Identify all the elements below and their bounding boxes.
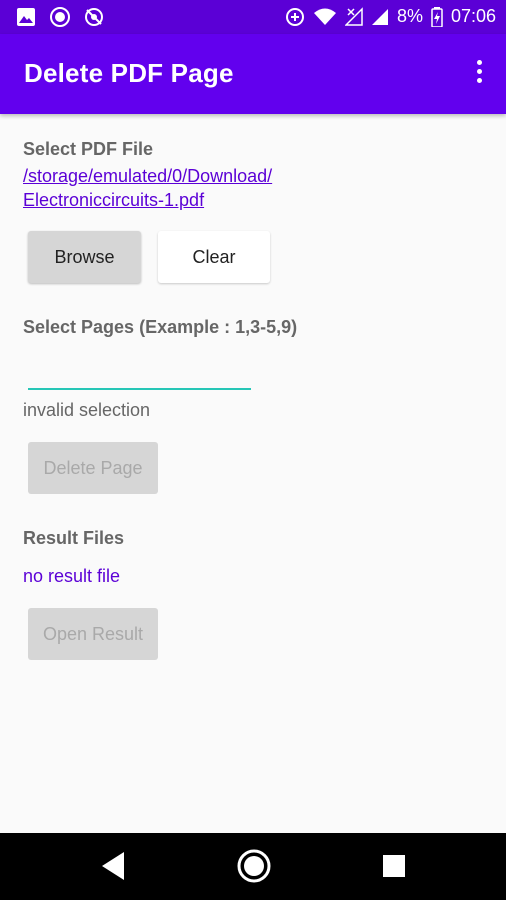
no-signal-icon (344, 6, 363, 27)
data-saver-icon (285, 7, 305, 27)
open-result-button[interactable]: Open Result (28, 608, 158, 660)
battery-percent: 8% (396, 6, 423, 26)
app-bar: Delete PDF Page (0, 34, 506, 114)
clock: 07:06 (450, 6, 496, 26)
validation-message: invalid selection (23, 400, 151, 420)
home-icon[interactable] (236, 848, 272, 889)
no-sync-notification-icon (84, 7, 104, 27)
file-path-line2: Electroniccircuits-1.pdf (23, 190, 205, 210)
app-title: Delete PDF Page (24, 58, 234, 88)
signal-icon (371, 7, 389, 27)
file-path-line1: /storage/emulated/0/Download/ (23, 166, 273, 186)
select-file-label: Select PDF File (23, 139, 154, 159)
selected-file-path-link[interactable]: /storage/emulated/0/Download/ Electronic… (23, 164, 343, 212)
result-status-text: no result file (23, 566, 121, 586)
pages-input[interactable] (28, 356, 251, 390)
result-files-label: Result Files (23, 528, 125, 548)
navigation-bar (0, 833, 506, 900)
image-notification-icon (16, 7, 36, 27)
record-notification-icon (50, 7, 70, 27)
battery-charging-icon (431, 6, 443, 27)
status-bar: 8% 07:06 (0, 0, 506, 34)
clear-button[interactable]: Clear (158, 231, 270, 283)
overflow-menu-icon[interactable] (474, 60, 484, 88)
back-icon[interactable] (100, 850, 128, 887)
recents-icon[interactable] (383, 855, 405, 882)
wifi-icon (313, 7, 337, 27)
browse-button[interactable]: Browse (28, 231, 141, 283)
delete-page-button[interactable]: Delete Page (28, 442, 158, 494)
select-pages-label: Select Pages (Example : 1,3-5,9) (23, 317, 298, 337)
